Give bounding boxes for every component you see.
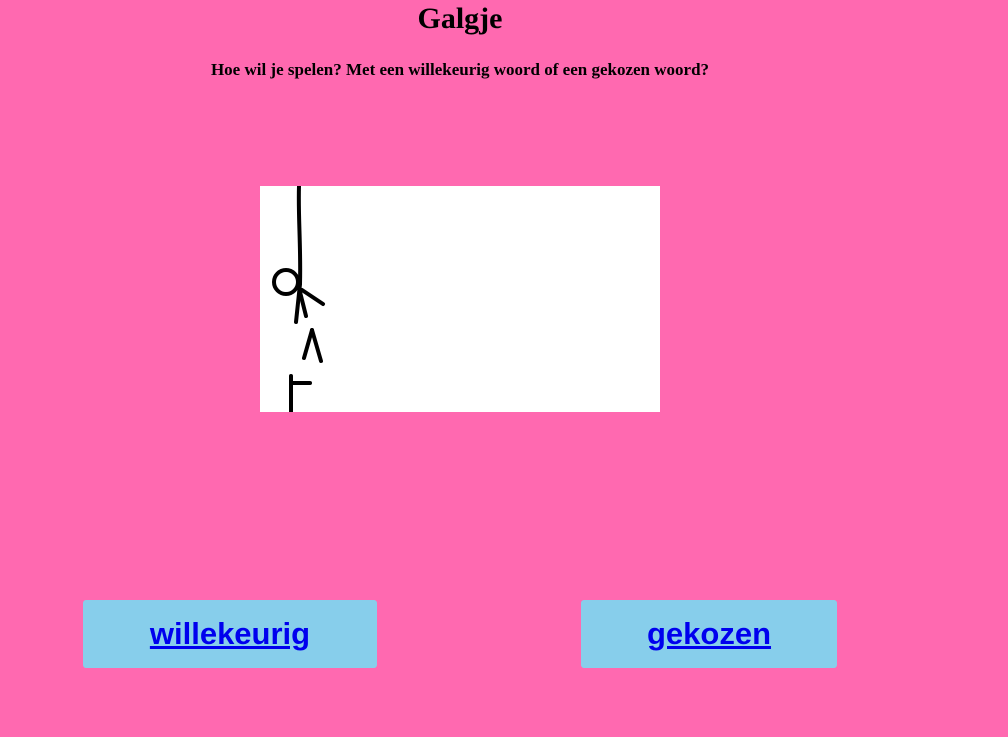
chosen-word-link[interactable]: gekozen — [647, 616, 771, 652]
mode-question: Hoe wil je spelen? Met een willekeurig w… — [210, 60, 710, 79]
random-word-button[interactable]: willekeurig — [83, 600, 377, 668]
hangman-figure-icon — [272, 186, 325, 412]
chosen-word-button[interactable]: gekozen — [581, 600, 837, 668]
page-title: Galgje — [417, 2, 503, 35]
hangman-image — [260, 186, 660, 412]
random-word-link[interactable]: willekeurig — [150, 616, 310, 652]
